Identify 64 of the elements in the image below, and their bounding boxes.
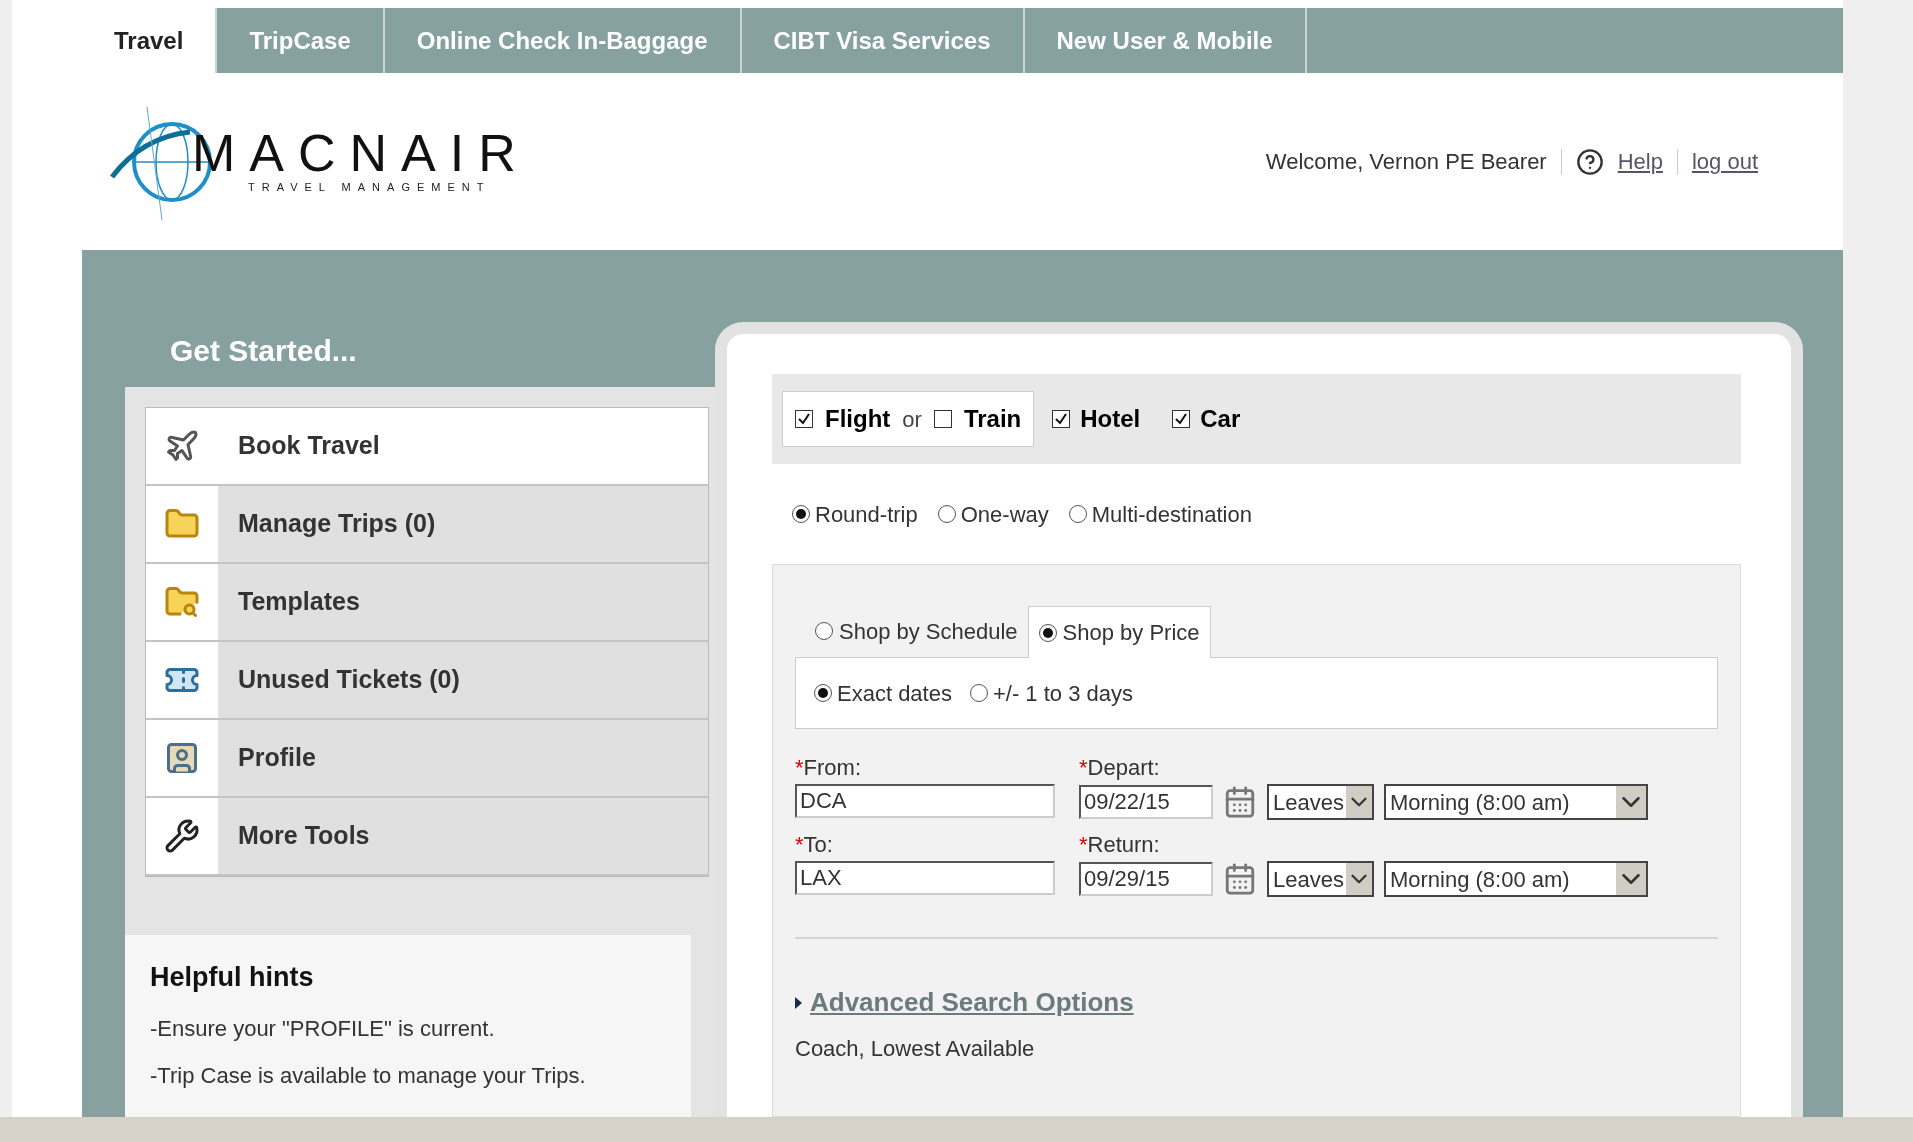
radio-button[interactable] [814, 684, 832, 702]
user-card-icon [164, 740, 200, 776]
radio-button[interactable] [792, 505, 810, 523]
radio-button[interactable] [969, 684, 988, 702]
checkbox[interactable] [933, 410, 952, 428]
option-label: Hotel [1080, 404, 1141, 434]
mode-label: Flight [825, 404, 891, 434]
triangle-icon [795, 996, 802, 1009]
leaves-dropdown[interactable]: Leaves [1267, 861, 1374, 897]
wrench-icon [164, 818, 200, 854]
caret-icon [1615, 786, 1646, 818]
menu-item[interactable]: Templates [146, 564, 708, 642]
menu-item[interactable]: Profile [146, 720, 708, 798]
folder-search-icon [164, 584, 200, 620]
field-label: *Depart: [1079, 754, 1161, 782]
help-icon[interactable] [1575, 147, 1604, 176]
date-input[interactable]: 09/22/15 [1079, 785, 1213, 819]
advanced-options-link[interactable]: Advanced Search Options [810, 983, 1134, 1022]
radio-label: +/- 1 to 3 days [992, 679, 1133, 708]
logout-link[interactable]: log out [1691, 145, 1758, 178]
hints-title: Helpful hints [150, 961, 315, 994]
shop-tab[interactable]: Shop by Price [1027, 606, 1211, 658]
shop-tab[interactable]: Shop by Schedule [805, 605, 1028, 657]
hint-text: -Trip Case is available to manage your Trips. [150, 1061, 587, 1090]
nav-tab[interactable]: Travel [82, 8, 218, 73]
joiner-text: or [902, 405, 922, 434]
calendar-icon[interactable] [1223, 785, 1257, 819]
radio-label: Multi-destination [1091, 500, 1252, 529]
help-link[interactable]: Help [1617, 145, 1663, 178]
place-input[interactable]: DCA [795, 784, 1055, 818]
field-label: *Return: [1079, 831, 1161, 859]
radio-button[interactable] [815, 622, 833, 640]
caret-icon [1345, 863, 1372, 895]
radio-button[interactable] [1038, 623, 1057, 642]
time-dropdown[interactable]: Morning (8:00 am) [1383, 861, 1648, 897]
radio-label: One-way [960, 500, 1049, 529]
field-label: *From: [795, 754, 862, 782]
time-dropdown[interactable]: Morning (8:00 am) [1383, 784, 1648, 820]
radio-button[interactable] [937, 505, 956, 523]
checkbox[interactable] [1172, 410, 1191, 428]
calendar-icon[interactable] [1223, 862, 1257, 896]
menu-item[interactable]: More Tools [146, 798, 708, 876]
plane-icon [164, 428, 200, 464]
radio-label: Exact dates [837, 679, 952, 708]
field-label: *To: [795, 831, 834, 859]
mode-label: Train [963, 404, 1022, 434]
hint-text: -Ensure your "PROFILE" is current. [150, 1014, 496, 1043]
checkbox[interactable] [795, 410, 813, 428]
radio-button[interactable] [1068, 505, 1087, 523]
section-title: Get Started... [169, 333, 358, 369]
checkbox[interactable] [1052, 410, 1071, 428]
welcome-text: Welcome, Vernon PE Bearer [1265, 148, 1547, 176]
date-input[interactable]: 09/29/15 [1079, 862, 1213, 896]
logo-tagline: TRAVEL MANAGEMENT [247, 180, 492, 196]
fare-summary: Coach, Lowest Available [795, 1035, 1036, 1063]
menu-item[interactable]: Manage Trips (0) [146, 486, 708, 564]
radio-label: Round-trip [815, 500, 918, 529]
caret-icon [1615, 863, 1646, 895]
menu-item[interactable]: Unused Tickets (0) [146, 642, 708, 720]
caret-icon [1345, 786, 1372, 818]
menu-item[interactable]: Book Travel [146, 408, 708, 486]
leaves-dropdown[interactable]: Leaves [1267, 784, 1374, 820]
place-input[interactable]: LAX [795, 861, 1055, 895]
option-label: Car [1200, 404, 1241, 434]
